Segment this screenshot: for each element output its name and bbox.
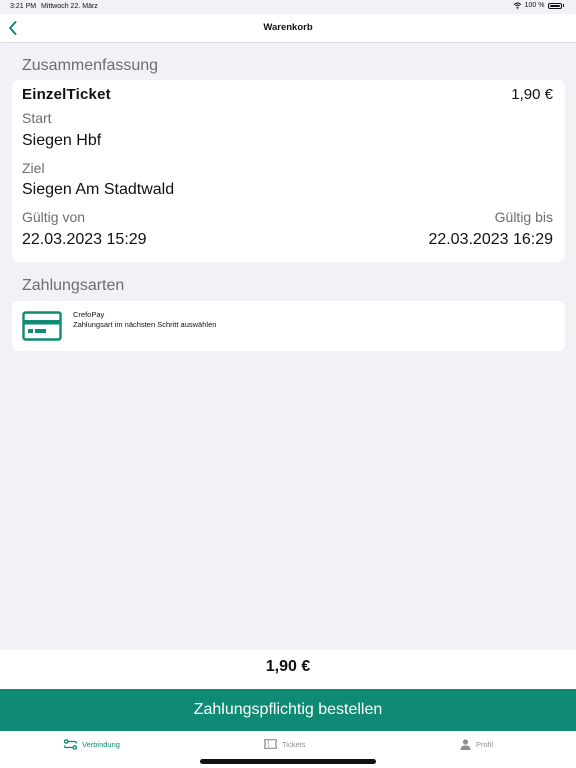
tab-profil-label: Profil (476, 740, 494, 749)
status-time: 3:21 PM (10, 3, 37, 10)
start-value: Siegen Hbf (22, 132, 102, 149)
connection-icon (64, 739, 77, 750)
summary-section-title: Zusammenfassung (22, 57, 159, 74)
destination-label: Ziel (22, 160, 45, 176)
valid-until-value: 22.03.2023 16:29 (428, 231, 553, 248)
credit-card-icon (22, 311, 62, 341)
battery-percent: 100 % (524, 2, 545, 9)
payment-section-title: Zahlungsarten (22, 277, 125, 294)
ticket-price: 1,90 € (511, 86, 553, 103)
ticket-name: EinzelTicket (22, 86, 111, 103)
tab-tickets-label: Tickets (282, 739, 306, 749)
page-title: Warenkorb (263, 22, 313, 33)
valid-until-label: Gültig bis (494, 209, 553, 225)
destination-value: Siegen Am Stadtwald (22, 181, 175, 198)
status-right: 100 % (513, 2, 564, 9)
total-price: 1,90 € (265, 658, 311, 675)
tab-verbindung-label: Verbindung (82, 740, 120, 749)
valid-from-value: 22.03.2023 15:29 (22, 231, 147, 248)
valid-from-label: Gültig von (22, 209, 86, 225)
ticket-summary-card: EinzelTicket 1,90 € Start Siegen Hbf Zie… (12, 80, 565, 262)
payment-provider-name: CrefoPay (73, 310, 105, 319)
payment-method-card[interactable]: CrefoPay Zahlungsart im nächsten Schritt… (12, 301, 565, 351)
total-bar: 1,90 € (0, 650, 576, 689)
tab-profil[interactable]: Profil (460, 739, 493, 750)
status-date: Mittwoch 22. März (41, 3, 98, 10)
person-icon (460, 739, 471, 750)
order-button[interactable]: Zahlungspflichtig bestellen (0, 689, 576, 731)
home-indicator (200, 759, 376, 764)
status-bar: 3:21 PM Mittwoch 22. März 100 % (0, 0, 576, 14)
battery-tip (562, 4, 564, 7)
tab-tickets[interactable]: Tickets (264, 739, 305, 749)
tab-verbindung[interactable]: Verbindung (64, 739, 120, 750)
ticket-icon (264, 739, 277, 749)
wifi-icon (513, 2, 521, 9)
navigation-bar: Warenkorb (0, 14, 576, 43)
start-label: Start (22, 110, 52, 126)
battery-icon (547, 2, 562, 9)
payment-description: Zahlungsart im nächsten Schritt auswähle… (73, 320, 217, 329)
